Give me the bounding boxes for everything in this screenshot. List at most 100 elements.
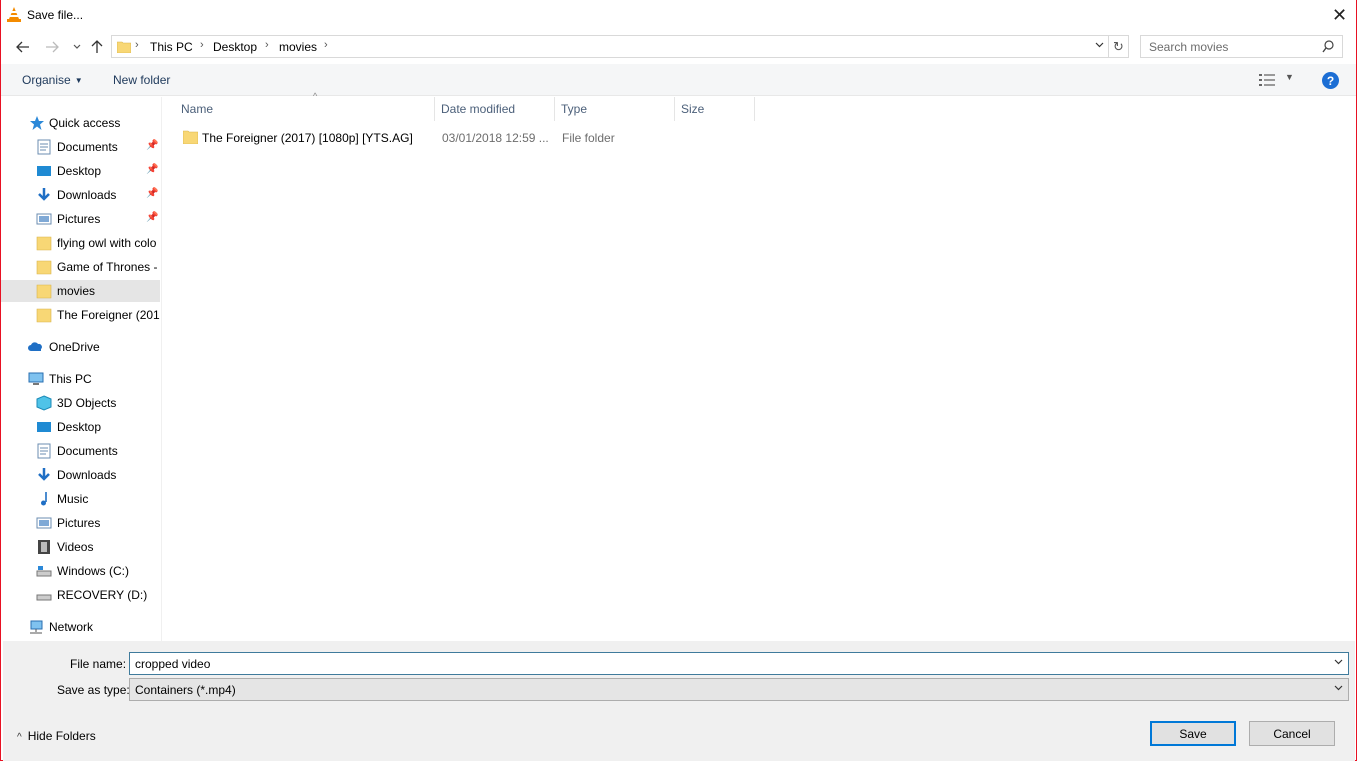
nav-quick-access[interactable]: Quick access <box>1 112 160 134</box>
nav-item-downloads-pc[interactable]: Downloads <box>1 464 160 486</box>
nav-label: Game of Thrones - S <box>57 260 160 274</box>
nav-label: movies <box>57 284 96 298</box>
nav-label: flying owl with colo <box>57 236 157 250</box>
column-header-type[interactable]: Type <box>555 97 675 121</box>
nav-item-pictures-pc[interactable]: Pictures <box>1 512 160 534</box>
back-button[interactable] <box>14 38 32 56</box>
up-button[interactable] <box>88 38 106 56</box>
nav-label: Downloads <box>57 468 117 482</box>
date-modified-cell: 03/01/2018 12:59 ... <box>442 131 549 145</box>
chevron-down-icon <box>1334 685 1343 691</box>
computer-icon <box>28 372 44 385</box>
desktop-icon <box>37 166 51 176</box>
vlc-cone-icon <box>7 7 21 22</box>
drive-icon <box>36 566 52 577</box>
pin-icon: 📌 <box>146 164 159 175</box>
network-icon <box>30 620 43 634</box>
help-button[interactable]: ? <box>1322 72 1339 89</box>
folder-icon <box>36 236 52 251</box>
nav-item-videos[interactable]: Videos <box>1 536 160 558</box>
save-button[interactable]: Save <box>1150 721 1236 746</box>
nav-item-documents[interactable]: Documents 📌 <box>1 136 160 158</box>
nav-item-downloads[interactable]: Downloads 📌 <box>1 184 160 206</box>
nav-item-movies[interactable]: movies <box>1 280 160 302</box>
pictures-icon <box>36 213 52 225</box>
nav-label: Desktop <box>57 420 102 434</box>
nav-item-flying-owl[interactable]: flying owl with colo <box>1 232 160 254</box>
search-icon <box>1322 40 1334 53</box>
nav-label: Pictures <box>57 516 101 530</box>
recent-locations-button[interactable] <box>68 38 86 56</box>
save-file-dialog: Save file... ✕ › This PC › Desktop › mov… <box>0 0 1357 761</box>
breadcrumb-separator: › <box>135 39 139 51</box>
new-folder-label: New folder <box>113 73 171 87</box>
save-label: Save <box>1179 726 1207 741</box>
help-icon: ? <box>1326 73 1335 88</box>
nav-item-desktop-pc[interactable]: Desktop <box>1 416 160 438</box>
column-header-name[interactable]: ^ Name <box>175 91 435 121</box>
nav-label: Quick access <box>49 116 121 130</box>
breadcrumb-movies[interactable]: movies <box>279 40 317 54</box>
address-bar[interactable]: › This PC › Desktop › movies › <box>111 35 1109 58</box>
nav-this-pc[interactable]: This PC <box>1 368 160 390</box>
window-title: Save file... <box>27 8 84 22</box>
file-name-input[interactable] <box>130 653 1320 674</box>
nav-item-desktop[interactable]: Desktop 📌 <box>1 160 160 182</box>
command-bar: Organise ▼ New folder ▼ ? <box>1 64 1356 96</box>
folder-icon <box>183 130 198 144</box>
cancel-button[interactable]: Cancel <box>1249 721 1335 746</box>
cloud-icon <box>28 342 42 351</box>
forward-button[interactable] <box>43 38 61 56</box>
nav-item-music[interactable]: Music <box>1 488 160 510</box>
new-folder-button[interactable]: New folder <box>113 73 170 87</box>
file-name-combobox[interactable] <box>129 652 1349 675</box>
table-row[interactable]: The Foreigner (2017) [1080p] [YTS.AG] 03… <box>179 127 759 149</box>
nav-label: OneDrive <box>49 340 100 354</box>
nav-item-windows-c[interactable]: Windows (C:) <box>1 560 160 582</box>
save-as-type-label: Save as type: <box>57 683 130 697</box>
column-header-size[interactable]: Size <box>675 97 755 121</box>
arrow-right-icon <box>46 41 59 53</box>
navigation-row: › This PC › Desktop › movies › ↻ <box>1 30 1356 64</box>
column-label: Name <box>181 102 214 116</box>
breadcrumb-separator: › <box>265 39 269 51</box>
hide-folders-button[interactable]: ^ Hide Folders <box>17 729 96 743</box>
caret-down-icon: ▼ <box>1285 72 1294 82</box>
chevron-up-icon: ^ <box>17 732 22 743</box>
nav-item-the-foreigner[interactable]: The Foreigner (2017 <box>1 304 160 326</box>
breadcrumb-desktop[interactable]: Desktop <box>213 40 257 54</box>
nav-label: This PC <box>49 372 92 386</box>
column-label: Size <box>681 102 705 116</box>
nav-item-pictures[interactable]: Pictures 📌 <box>1 208 160 230</box>
nav-item-documents-pc[interactable]: Documents <box>1 440 160 462</box>
refresh-button[interactable]: ↻ <box>1109 35 1129 58</box>
nav-label: Documents <box>57 140 118 154</box>
search-input[interactable] <box>1149 37 1319 57</box>
pin-icon: 📌 <box>146 140 159 151</box>
nav-label: 3D Objects <box>57 396 117 410</box>
nav-network[interactable]: Network <box>1 616 160 638</box>
type-cell: File folder <box>562 131 615 145</box>
details-view-icon <box>1259 74 1275 86</box>
sort-up-icon: ^ <box>313 91 318 101</box>
file-list: ^ Name Date modified Type Size The Forei… <box>163 91 1356 641</box>
file-name-dropdown[interactable] <box>1334 656 1343 668</box>
column-header-date-modified[interactable]: Date modified <box>435 97 555 121</box>
nav-label: Pictures <box>57 212 101 226</box>
nav-item-recovery-d[interactable]: RECOVERY (D:) <box>1 584 160 606</box>
downloads-icon <box>38 188 50 201</box>
nav-label: RECOVERY (D:) <box>57 588 148 602</box>
caret-down-icon: ▼ <box>74 76 83 85</box>
nav-item-game-of-thrones[interactable]: Game of Thrones - S <box>1 256 160 278</box>
organise-button[interactable]: Organise ▼ <box>22 73 83 87</box>
breadcrumb-this-pc[interactable]: This PC <box>150 40 193 54</box>
search-box[interactable] <box>1140 35 1343 58</box>
address-dropdown[interactable] <box>1095 39 1104 51</box>
folder-icon <box>117 41 131 53</box>
save-as-type-dropdown[interactable] <box>1334 682 1343 694</box>
nav-item-3d-objects[interactable]: 3D Objects <box>1 392 160 414</box>
change-view-button[interactable]: ▼ <box>1259 72 1299 88</box>
nav-onedrive[interactable]: OneDrive <box>1 336 160 358</box>
close-button[interactable]: ✕ <box>1323 0 1356 30</box>
save-as-type-select[interactable]: Containers (*.mp4) <box>129 678 1349 701</box>
